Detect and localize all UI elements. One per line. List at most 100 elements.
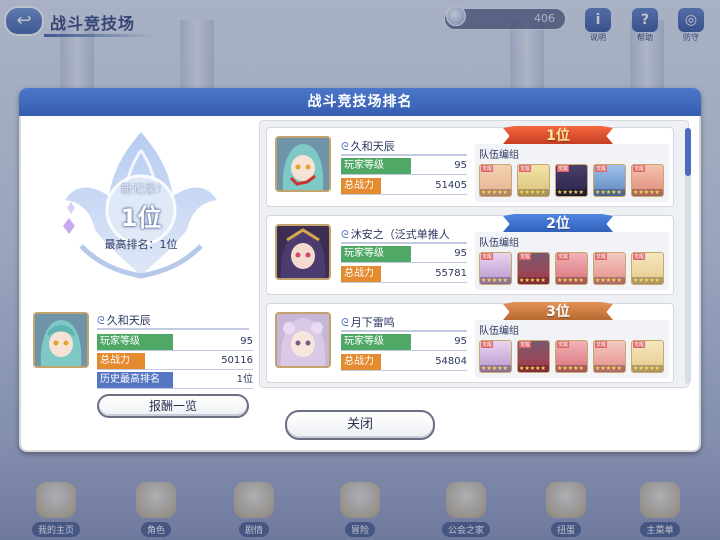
close-button[interactable]: 关闭 [285, 410, 435, 440]
unit-tag: 觉醒 [557, 253, 570, 260]
rank-name-text: 月下雷鸣 [350, 316, 395, 329]
stat-underline [97, 350, 253, 351]
name-divider [341, 242, 467, 244]
ranking-list[interactable]: ᘓ 久和天辰 玩家等级 95 总战力 51405 1位 队伍编组 觉醒 ★★★★★ … [259, 120, 689, 388]
name-swirl-icon: ᘓ [341, 228, 349, 241]
unit-stars: ★★★★★ [594, 277, 625, 284]
team-formation: 队伍编组 觉醒 ★★★★★ 觉醒 ★★★★★ 觉醒 ★★★★★ 觉醒 ★★★★★ 觉醒 ★… [475, 320, 669, 378]
rank-badge: 3位 [503, 302, 613, 322]
unit-tag: 觉醒 [595, 165, 608, 172]
stat-underline [341, 194, 467, 195]
rank-power-key: 总战力 [341, 266, 381, 282]
unit-portrait[interactable]: 觉醒 ★★★★★ [555, 340, 588, 373]
stat-underline [341, 174, 467, 175]
unit-portrait[interactable]: 觉醒 ★★★★★ [479, 252, 512, 285]
ranking-card-2[interactable]: ᘓ 沐安之（泛式单推人 玩家等级 95 总战力 55781 2位 队伍编组 觉醒 ★… [266, 214, 674, 295]
unit-tag: 觉醒 [481, 165, 494, 172]
unit-tag: 觉醒 [519, 341, 532, 348]
unit-stars: ★★★★★ [594, 365, 625, 372]
avatar-icon [277, 226, 329, 278]
unit-portrait[interactable]: 觉醒 ★★★★★ [517, 340, 550, 373]
player-level-key: 玩家等级 [97, 334, 173, 350]
unit-tag: 觉醒 [633, 253, 646, 260]
rank-level-key: 玩家等级 [341, 158, 411, 174]
rank-name-text: 久和天辰 [350, 140, 395, 153]
unit-tag: 觉醒 [595, 253, 608, 260]
unit-portrait[interactable]: 觉醒 ★★★★★ [517, 252, 550, 285]
unit-portrait[interactable]: 觉醒 ★★★★★ [631, 340, 664, 373]
unit-tag: 觉醒 [557, 165, 570, 172]
team-formation: 队伍编组 觉醒 ★★★★★ 觉醒 ★★★★★ 觉醒 ★★★★★ 觉醒 ★★★★★ 觉醒 ★… [475, 144, 669, 202]
unit-portrait[interactable]: 觉醒 ★★★★★ [593, 164, 626, 197]
player-level-value: 95 [240, 336, 253, 347]
unit-portrait[interactable]: 觉醒 ★★★★★ [593, 252, 626, 285]
stat-underline [341, 262, 467, 263]
ranking-card-1[interactable]: ᘓ 久和天辰 玩家等级 95 总战力 51405 1位 队伍编组 觉醒 ★★★★★ … [266, 126, 674, 207]
rank-power-key: 总战力 [341, 354, 381, 370]
unit-portrait[interactable]: 觉醒 ★★★★★ [631, 252, 664, 285]
rank-badge: 2位 [503, 214, 613, 234]
name-swirl-icon: ᘓ [341, 316, 349, 329]
avatar-icon [277, 314, 329, 366]
player-name: ᘓ 久和天辰 [97, 312, 151, 328]
unit-stars: ★★★★★ [480, 365, 511, 372]
unit-portrait[interactable]: 觉醒 ★★★★★ [479, 340, 512, 373]
rank-name: ᘓ 沐安之（泛式单推人 [341, 226, 450, 242]
player-level-row: 玩家等级 95 [97, 334, 253, 351]
name-swirl-icon: ᘓ [341, 140, 349, 153]
unit-stars: ★★★★★ [518, 277, 549, 284]
rank-avatar [275, 312, 331, 368]
unit-stars: ★★★★★ [556, 277, 587, 284]
player-avatar-icon [35, 314, 87, 366]
rank-badge-text: 3位 [546, 304, 570, 320]
rank-power-row: 总战力 55781 [341, 266, 467, 283]
unit-tag: 觉醒 [557, 341, 570, 348]
stat-underline [97, 369, 253, 370]
stat-underline [341, 282, 467, 283]
rank-level-value: 95 [454, 160, 467, 171]
rank-power-row: 总战力 54804 [341, 354, 467, 371]
unit-stars: ★★★★★ [632, 189, 663, 196]
unit-tag: 觉醒 [481, 253, 494, 260]
rank-level-value: 95 [454, 248, 467, 259]
unit-stars: ★★★★★ [518, 189, 549, 196]
ranking-scrollbar-thumb[interactable] [685, 128, 691, 176]
player-power-value: 50116 [221, 355, 253, 366]
modal-title: 战斗竞技场排名 [19, 88, 701, 116]
rank-badge-text: 2位 [546, 216, 570, 232]
avatar-icon [277, 138, 329, 190]
best-rank-label: 最高排名：1位 [104, 238, 178, 251]
unit-stars: ★★★★★ [556, 365, 587, 372]
unit-portrait[interactable]: 觉醒 ★★★★★ [555, 252, 588, 285]
team-label: 队伍编组 [479, 326, 519, 337]
reward-list-button[interactable]: 报酬一览 [97, 394, 249, 418]
rank-avatar [275, 136, 331, 192]
team-label: 队伍编组 [479, 238, 519, 249]
player-best-rank-value: 1位 [236, 374, 253, 385]
unit-portrait[interactable]: 觉醒 ★★★★★ [593, 340, 626, 373]
unit-stars: ★★★★★ [556, 189, 587, 196]
best-rank-value: 1位 [120, 204, 162, 232]
rank-power-value: 51405 [435, 180, 467, 191]
name-swirl-icon: ᘓ [97, 314, 105, 327]
stat-underline [341, 370, 467, 371]
rank-level-row: 玩家等级 95 [341, 334, 467, 351]
ranking-card-3[interactable]: ᘓ 月下雷鸣 玩家等级 95 总战力 54804 3位 队伍编组 觉醒 ★★★★★ … [266, 302, 674, 383]
unit-portrait[interactable]: 觉醒 ★★★★★ [555, 164, 588, 197]
unit-tag: 觉醒 [633, 165, 646, 172]
rank-level-key: 玩家等级 [341, 246, 411, 262]
rank-level-key: 玩家等级 [341, 334, 411, 350]
unit-stars: ★★★★★ [594, 189, 625, 196]
player-panel: 新记录! 1位 最高排名：1位 ᘓ 久和天辰 玩家等级 95 总战力 50116 … [21, 116, 259, 452]
unit-portrait[interactable]: 觉醒 ★★★★★ [631, 164, 664, 197]
player-best-rank-row: 历史最高排名 1位 [97, 372, 253, 389]
unit-tag: 觉醒 [481, 341, 494, 348]
unit-portrait[interactable]: 觉醒 ★★★★★ [517, 164, 550, 197]
unit-portrait[interactable]: 觉醒 ★★★★★ [479, 164, 512, 197]
stat-underline [341, 350, 467, 351]
name-divider [341, 330, 467, 332]
rank-level-value: 95 [454, 336, 467, 347]
rank-level-row: 玩家等级 95 [341, 246, 467, 263]
player-name-text: 久和天辰 [106, 314, 151, 327]
rank-badge-text: 1位 [546, 128, 570, 144]
